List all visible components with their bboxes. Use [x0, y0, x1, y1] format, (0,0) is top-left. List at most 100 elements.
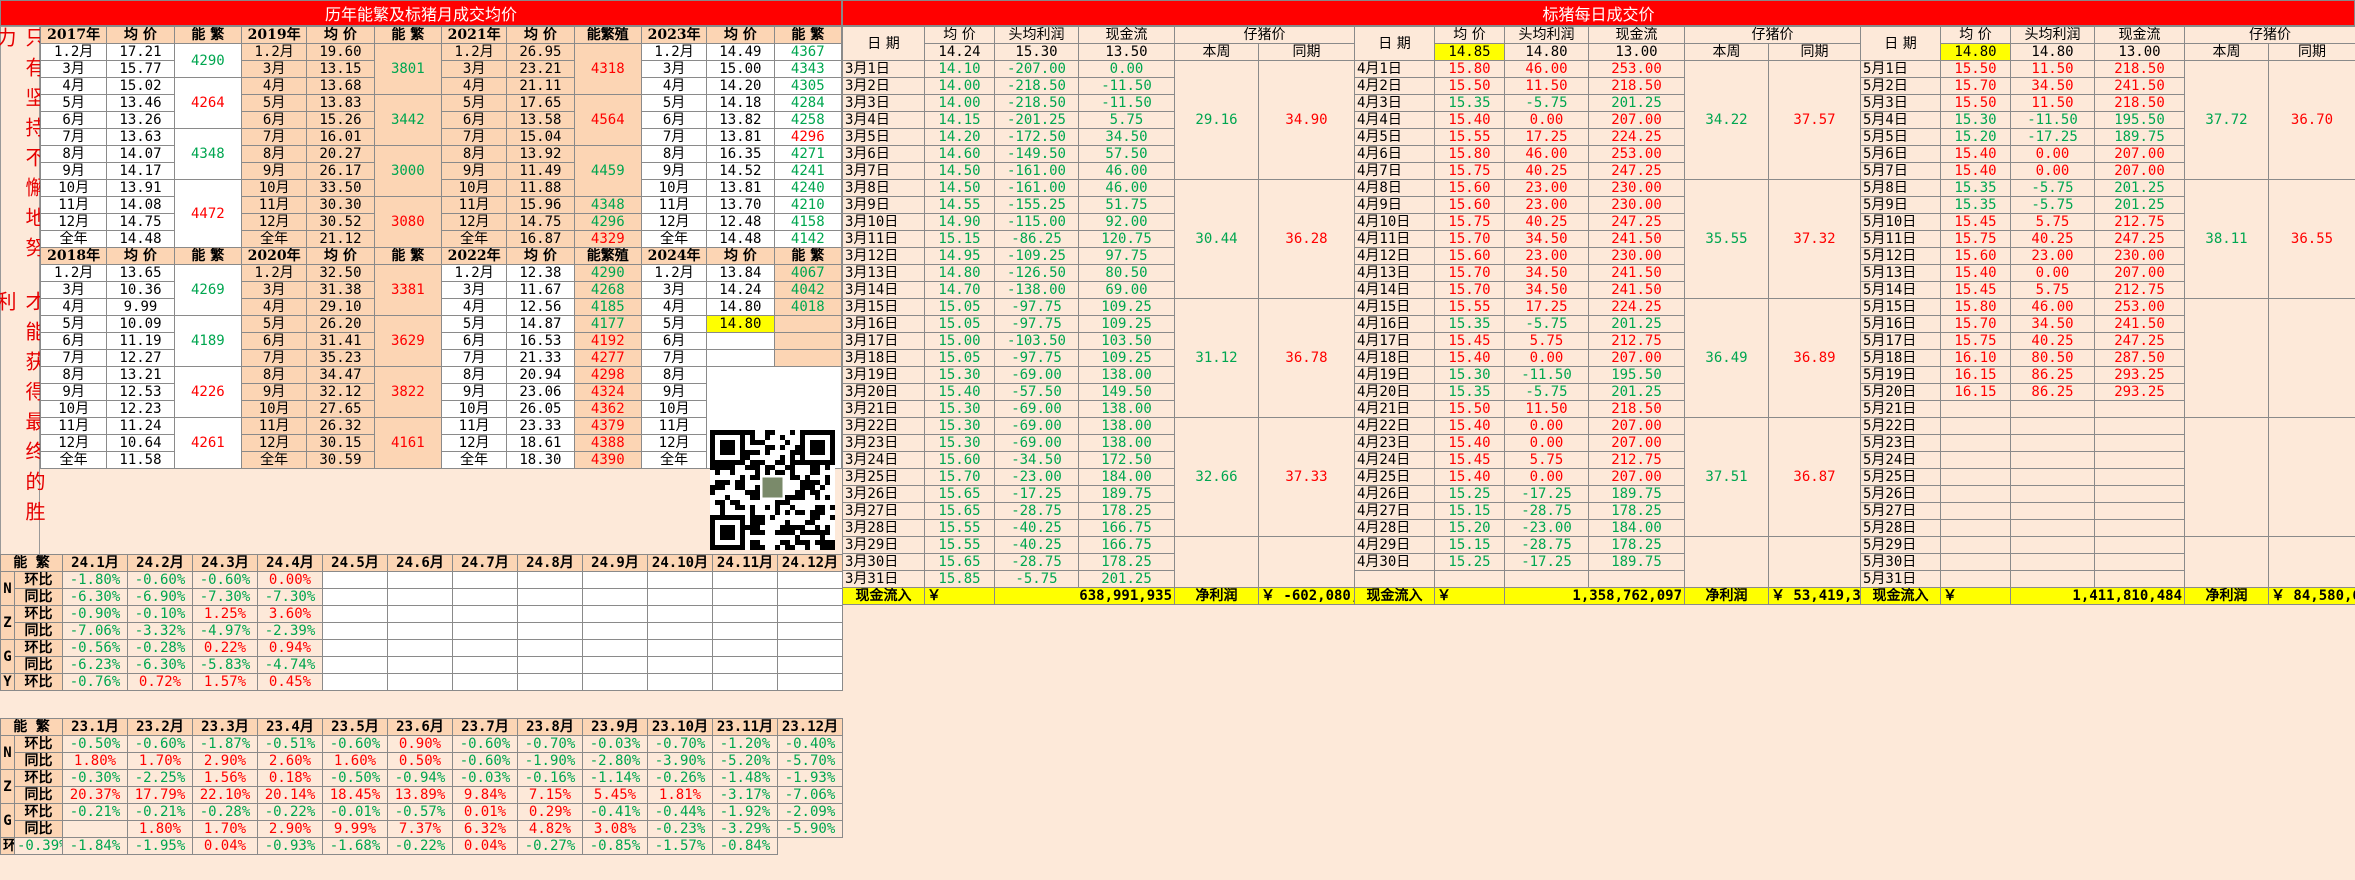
- cashflow-cell: 138.00: [1078, 417, 1175, 435]
- avg-price-cell: 15.05: [924, 298, 995, 316]
- month-label: 4月: [640, 77, 708, 95]
- cashflow-header: 现金流: [1588, 26, 1685, 44]
- stats-value: -2.09%: [777, 803, 843, 821]
- sow-2023: 4284: [773, 94, 843, 112]
- month-label: 9月: [241, 383, 308, 401]
- stats-value: [517, 673, 583, 691]
- stats-value: [712, 656, 778, 674]
- sow-2017: 4264: [173, 77, 243, 129]
- profit-cell: -40.25: [994, 536, 1079, 554]
- price-2017: 13.26: [106, 111, 175, 129]
- month-label: 11月: [440, 417, 508, 435]
- cashflow-cell: 138.00: [1078, 434, 1175, 452]
- avg-price-cell: 15.80: [1434, 145, 1505, 163]
- qr-module: [795, 525, 800, 530]
- avg-price-cell: 15.30: [924, 400, 995, 418]
- month-label: 11月: [39, 417, 108, 435]
- daily-header-row: 日 期均 价头均利润 现金流 仔猪价: [842, 26, 1355, 61]
- qr-module: [755, 540, 760, 545]
- cashflow-cell: 46.00: [1078, 179, 1175, 197]
- qr-module: [790, 495, 795, 500]
- monthly-header: 历年能繁及标猪月成交均价: [0, 0, 842, 26]
- month-label: 3月: [640, 281, 708, 299]
- month-label: 12月: [241, 213, 308, 231]
- qr-module: [805, 520, 810, 525]
- qr-module: [725, 480, 730, 485]
- price-2023: 14.18: [706, 94, 775, 112]
- column-header: 2021年: [440, 26, 508, 44]
- stats-value: [452, 588, 518, 606]
- stats-month-header: 24.2月: [127, 554, 193, 572]
- cashflow-cell: 230.00: [1588, 247, 1685, 265]
- sow-2017: 4348: [173, 128, 243, 180]
- qr-module: [750, 450, 755, 455]
- net-profit-label: 净利润: [1174, 587, 1259, 605]
- date-cell: 3月15日: [842, 298, 925, 316]
- cashflow-cell: 207.00: [1588, 468, 1685, 486]
- profit-value: 14.80: [2010, 43, 2095, 61]
- stats-value: 0.90%: [387, 735, 453, 753]
- date-cell: 3月3日: [842, 94, 925, 112]
- profit-cell: 40.25: [1504, 213, 1589, 231]
- stats-value: [647, 571, 713, 589]
- stats-value: 2.90%: [192, 752, 258, 770]
- qr-module: [815, 480, 820, 485]
- month-label: 1.2月: [640, 43, 708, 61]
- price-2019: 15.26: [306, 111, 375, 129]
- date-cell: 5月14日: [1860, 281, 1941, 299]
- date-cell: 5月9日: [1860, 196, 1941, 214]
- stats-value: -5.70%: [777, 752, 843, 770]
- qr-module: [750, 530, 755, 535]
- date-cell: 3月12日: [842, 247, 925, 265]
- qr-module: [760, 545, 765, 550]
- price-2023: 14.49: [706, 43, 775, 61]
- qr-module: [745, 430, 750, 435]
- stats-value: -0.50%: [62, 735, 128, 753]
- net-profit-value: ￥ 84,580,645: [2268, 587, 2355, 605]
- stats-value: -5.83%: [192, 656, 258, 674]
- stats-value: -1.95%: [127, 837, 193, 855]
- avg-price-cell: 15.75: [1434, 162, 1505, 180]
- profit-cell: -69.00: [994, 400, 1079, 418]
- monthly-row: 1.2月 13.65 4269 1.2月 32.50 3381 1.2月 12.38 4290 1…: [39, 264, 843, 316]
- column-header: 均 价: [706, 26, 775, 44]
- month-label: 5月: [440, 94, 508, 112]
- qr-module: [795, 460, 800, 465]
- monthly-row: 1.2月 17.21 4290 1.2月 19.60 3801 1.2月 26.95 4318 1…: [39, 43, 843, 95]
- avg-price-cell: 15.35: [1434, 315, 1505, 333]
- stats-value: -7.30%: [192, 588, 258, 606]
- stats-month-header: 23.10月: [647, 718, 713, 736]
- sow-2022: 4268: [573, 281, 642, 299]
- date-cell: 3月11日: [842, 230, 925, 248]
- stats-month-header: 24.5月: [322, 554, 388, 572]
- profit-cell: -23.00: [1504, 519, 1589, 537]
- month-label: 8月: [241, 145, 308, 163]
- cashflow-cell: -11.50: [1078, 77, 1175, 95]
- month-label: 全年: [640, 230, 708, 248]
- stats-value: -0.28%: [127, 639, 193, 657]
- profit-cell: -5.75: [994, 570, 1079, 588]
- month-label: 1.2月: [640, 264, 708, 282]
- avg-price-cell: 14.20: [924, 128, 995, 146]
- sow-2021: 4318: [573, 43, 642, 95]
- profit-cell: -115.00: [994, 213, 1079, 231]
- cash-inflow-value: 1,358,762,097: [1504, 587, 1685, 605]
- date-cell: 4月20日: [1354, 383, 1435, 401]
- month-label: 全年: [440, 451, 508, 469]
- qr-module: [815, 465, 820, 470]
- price-2018: 13.65: [106, 264, 175, 282]
- date-cell: 5月6日: [1860, 145, 1941, 163]
- qr-module: [810, 465, 815, 470]
- date-cell: [1354, 570, 1435, 588]
- week-price-cell: [2184, 536, 2269, 588]
- avg-price-cell: 14.80: [924, 264, 995, 282]
- stats-row-label: 同比: [14, 752, 63, 770]
- qr-module: [755, 545, 760, 550]
- qr-module: [720, 485, 725, 490]
- cash-inflow-label: 现金流入: [1354, 587, 1435, 605]
- avg-price-cell: [1940, 570, 2011, 588]
- avg-price-cell: 15.45: [1940, 213, 2011, 231]
- price-2021: 23.21: [506, 60, 575, 78]
- monthly-row: 5月 10.09 4189 5月 26.20 3629 5月 14.87 4177 5月 14.80: [39, 315, 843, 367]
- price-2024: [706, 349, 775, 367]
